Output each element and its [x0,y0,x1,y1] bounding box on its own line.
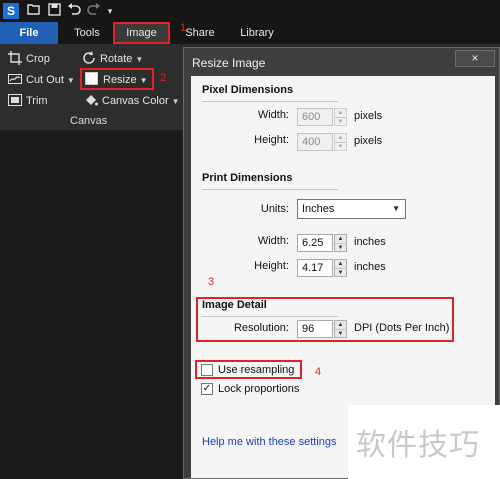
pixel-width-label: Width: [257,109,289,121]
spin-up-icon: ▲ [337,110,344,116]
units-label: Units: [260,203,289,215]
canvas-color-dropdown-icon: ▼ [171,97,180,106]
use-resampling-checkbox[interactable] [201,364,213,376]
close-icon: × [471,51,479,65]
units-dropdown[interactable]: Inches ▼ [297,199,406,219]
print-width-unit: inches [354,236,386,248]
rotate-label: Rotate [100,53,133,65]
image-detail-title: Image Detail [202,299,267,311]
rotate-button[interactable]: Rotate ▼ [82,50,143,68]
cut-out-dropdown-icon: ▼ [66,76,75,85]
spin-up-icon: ▲ [337,135,344,141]
pixel-width-spinner[interactable]: ▲ ▼ [334,108,347,126]
paint-bucket-icon [84,93,98,107]
resolution-input[interactable]: 96 [297,320,333,338]
print-height-label: Height: [254,260,289,272]
customize-dropdown-icon[interactable]: ▾ [102,3,118,19]
resize-highlight [80,68,154,90]
tab-library[interactable]: Library [232,22,282,44]
pixel-height-input[interactable]: 400 [297,133,333,151]
spin-up-icon: ▲ [337,322,344,328]
annotation-2: 2 [160,72,167,84]
spin-down-icon: ▼ [335,243,346,251]
save-icon[interactable] [46,3,62,19]
annotation-3: 3 [208,276,215,288]
open-folder-icon[interactable] [26,3,42,19]
print-height-unit: inches [354,261,386,273]
ribbon-tabs: File Tools Image Share Library [0,22,500,44]
tab-image[interactable]: Image [113,22,170,44]
print-dimensions-title: Print Dimensions [202,172,293,184]
cut-out-icon [8,72,22,86]
check-icon: ✓ [202,383,212,394]
resolution-spinner[interactable]: ▲ ▼ [334,320,347,338]
use-resampling-label[interactable]: Use resampling [218,364,294,376]
units-value: Inches [302,203,335,215]
trim-icon [8,93,22,107]
pixel-width-unit: pixels [354,110,383,122]
close-button[interactable]: × [455,50,495,67]
spin-down-icon: ▼ [335,329,346,337]
cut-out-button[interactable]: Cut Out ▼ [8,71,75,89]
section-divider [202,101,338,102]
spin-up-icon: ▲ [337,261,344,267]
rotate-icon [82,51,96,65]
undo-icon[interactable] [66,3,82,19]
ribbon-group-label: Canvas [70,115,108,127]
resolution-unit: DPI (Dots Per Inch) [354,322,450,334]
print-width-spinner[interactable]: ▲ ▼ [334,234,347,252]
pixel-width-input[interactable]: 600 [297,108,333,126]
pixel-height-spinner[interactable]: ▲ ▼ [334,133,347,151]
pixel-height-label: Height: [254,134,289,146]
annotation-1: 1 [180,22,187,34]
trim-button[interactable]: Trim [8,92,48,110]
redo-icon[interactable] [86,3,102,19]
trim-label: Trim [26,95,48,107]
print-height-input[interactable]: 4.17 [297,259,333,277]
title-bar: S ▾ [0,0,500,22]
crop-icon [8,51,22,66]
lock-proportions-label[interactable]: Lock proportions [218,383,299,395]
print-height-spinner[interactable]: ▲ ▼ [334,259,347,277]
watermark-text: 软件技巧 [356,428,480,463]
spin-up-icon: ▲ [337,236,344,242]
help-link[interactable]: Help me with these settings [202,436,337,448]
rotate-dropdown-icon: ▼ [135,55,144,64]
pixel-dimensions-title: Pixel Dimensions [202,84,294,96]
cut-out-label: Cut Out [26,74,64,86]
app-logo-icon: S [3,3,19,19]
pixel-height-unit: pixels [354,135,383,147]
section-divider [202,189,338,190]
lock-proportions-checkbox[interactable]: ✓ [201,383,213,395]
print-width-label: Width: [257,235,289,247]
crop-label: Crop [26,53,50,65]
crop-button[interactable]: Crop [8,50,50,68]
tab-tools[interactable]: Tools [62,22,112,44]
canvas-color-button[interactable]: Canvas Color ▼ [84,92,180,110]
dialog-title: Resize Image [192,56,266,70]
resolution-label: Resolution: [233,322,289,334]
dropdown-caret-icon: ▼ [392,204,400,213]
spin-down-icon: ▼ [335,117,346,125]
print-width-input[interactable]: 6.25 [297,234,333,252]
spin-down-icon: ▼ [335,142,346,150]
tab-file[interactable]: File [0,22,58,44]
annotation-4: 4 [315,366,322,378]
canvas-color-label: Canvas Color [102,95,169,107]
spin-down-icon: ▼ [335,268,346,276]
section-divider [202,316,338,317]
